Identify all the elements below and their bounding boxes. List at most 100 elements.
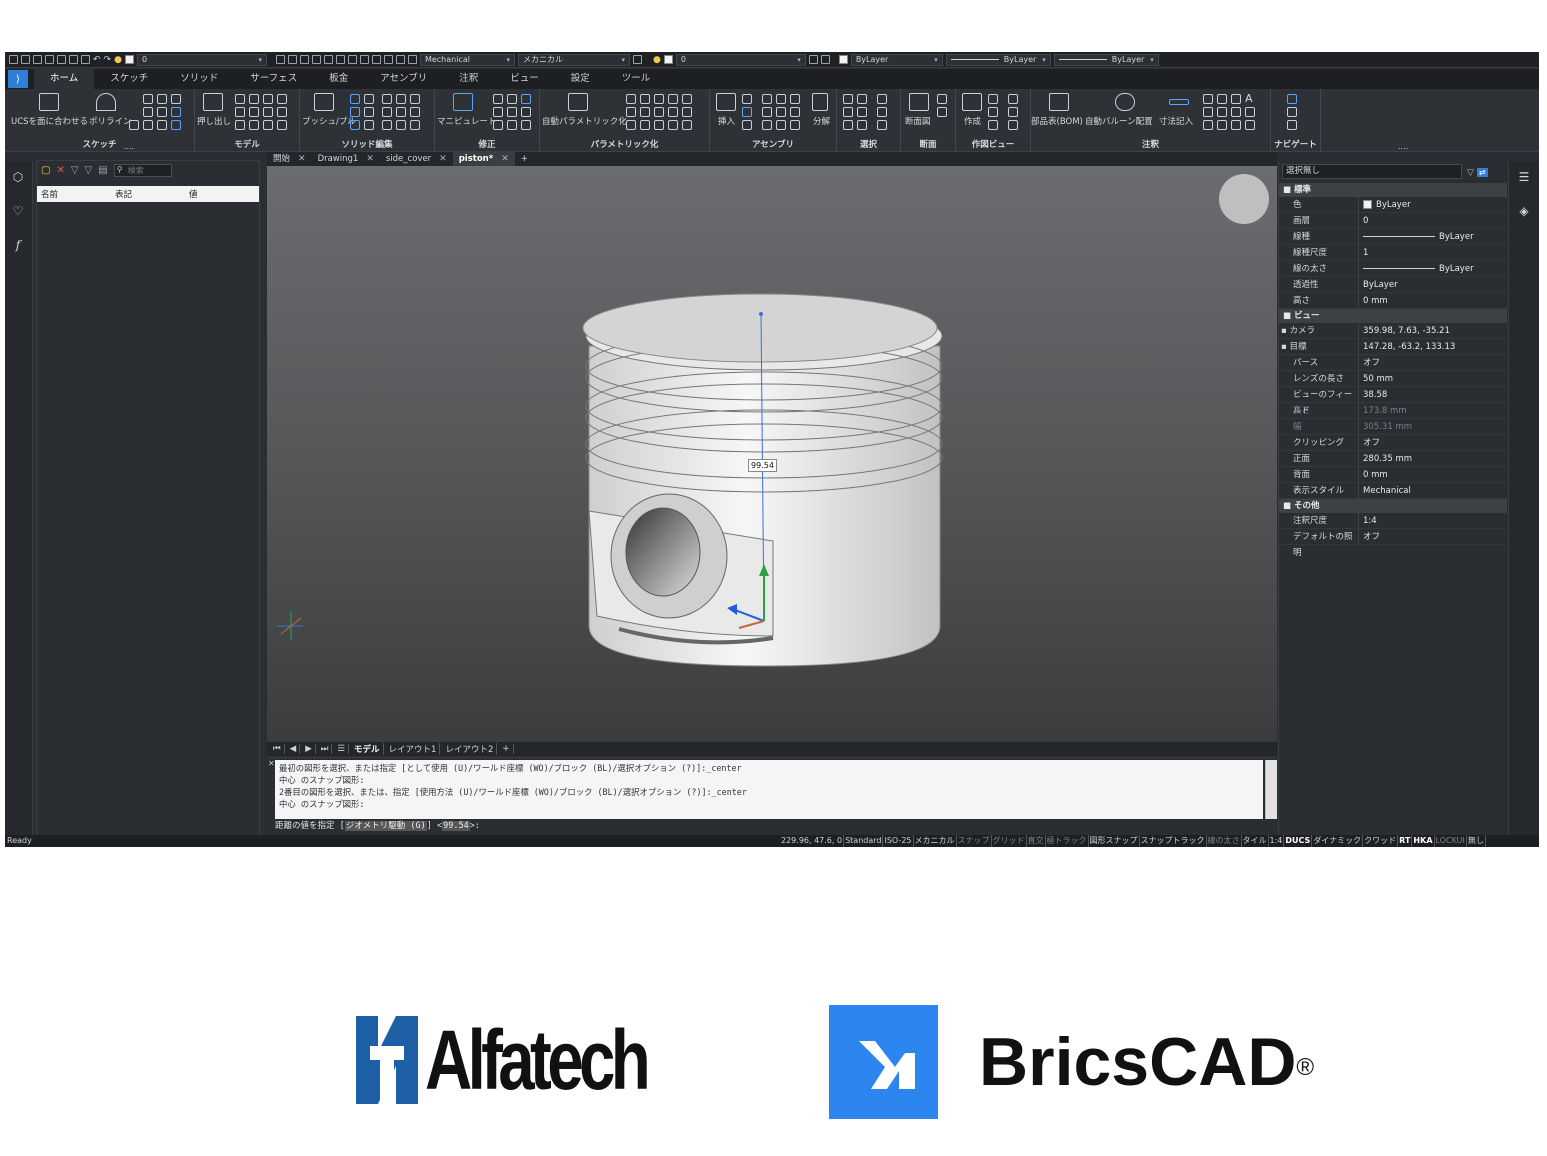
- close-icon[interactable]: ✕: [439, 152, 447, 166]
- explode-icon[interactable]: [812, 93, 828, 111]
- selection-select[interactable]: 選択無し: [1282, 164, 1462, 179]
- push-pull-icon[interactable]: [314, 93, 334, 111]
- command-input[interactable]: 距離の値を指定 [ジオメトリ駆動 (G)] <99.54>:: [267, 819, 1277, 833]
- status-toggle[interactable]: スナップ: [957, 835, 992, 847]
- hatch-icon[interactable]: [143, 120, 153, 130]
- redo-icon[interactable]: ↷: [104, 55, 112, 65]
- constraint-icon-14[interactable]: [668, 120, 678, 130]
- prop-row[interactable]: ▪ カメラ 359.98, 7.63, -35.21: [1279, 323, 1507, 339]
- assembly-icon-4[interactable]: [790, 94, 800, 104]
- command-scrollbar[interactable]: [1265, 760, 1277, 820]
- assembly-icon-3[interactable]: [776, 94, 786, 104]
- constraint-icon-9[interactable]: [668, 107, 678, 117]
- quick-select-icon[interactable]: ⇄: [1476, 168, 1488, 177]
- anno-icon-3[interactable]: [1231, 94, 1241, 104]
- extend-icon[interactable]: [521, 120, 531, 130]
- col-value[interactable]: 値: [185, 188, 259, 200]
- tool-icon-a[interactable]: [275, 55, 285, 64]
- anno-icon-4[interactable]: [1203, 107, 1213, 117]
- tab-annotate[interactable]: 注釈: [443, 69, 494, 89]
- sweep-icon[interactable]: [263, 107, 273, 117]
- add-layout-button[interactable]: +: [499, 744, 514, 754]
- ribbon-more-right[interactable]: ....: [1398, 142, 1408, 151]
- assembly-icon-9[interactable]: [742, 120, 752, 130]
- fillet-icon[interactable]: [382, 94, 392, 104]
- tab-sheet-metal[interactable]: 板金: [313, 69, 364, 89]
- prop-row[interactable]: 注釈尺度 1:4: [1279, 513, 1507, 529]
- assembly-icon-6[interactable]: [762, 107, 772, 117]
- rotate-icon[interactable]: [493, 107, 503, 117]
- scale-icon[interactable]: [521, 107, 531, 117]
- ucs-align-face-button[interactable]: UCSを面に合わせる: [11, 115, 88, 127]
- assembly-icon-7[interactable]: [776, 107, 786, 117]
- save-icon[interactable]: [33, 55, 42, 64]
- col-name[interactable]: 名前: [37, 188, 111, 200]
- search-input[interactable]: ⚲ 検索: [113, 163, 172, 177]
- view-style-select[interactable]: Mechanical ▾: [419, 53, 515, 66]
- intersect-icon[interactable]: [350, 107, 360, 117]
- layout-list-icon[interactable]: ☰: [334, 744, 350, 754]
- explode-button[interactable]: 分解: [813, 115, 830, 127]
- status-toggle[interactable]: スナップトラック: [1140, 835, 1207, 847]
- select-icon-7[interactable]: [843, 120, 853, 130]
- prop-row[interactable]: 透過性 ByLayer: [1279, 277, 1507, 293]
- view-icon-3[interactable]: [988, 107, 998, 117]
- auto-balloon-button[interactable]: 自動バルーン配置: [1085, 115, 1153, 127]
- cylinder-icon[interactable]: [249, 94, 259, 104]
- polyline-icon[interactable]: [96, 93, 116, 111]
- delete-face-icon[interactable]: [410, 107, 420, 117]
- dimension-icon[interactable]: [1169, 99, 1189, 105]
- new-tab-button[interactable]: +: [515, 152, 534, 166]
- anno-icon-8[interactable]: [1203, 120, 1213, 130]
- select-icon-4[interactable]: [843, 107, 853, 117]
- prop-row[interactable]: デフォルトの照明 オフ: [1279, 529, 1507, 558]
- dynamic-dimension-input[interactable]: 99.54: [748, 459, 777, 472]
- loft-icon[interactable]: [249, 107, 259, 117]
- polygon-icon[interactable]: [157, 94, 167, 104]
- open-file-icon[interactable]: [21, 55, 30, 64]
- extrude-button[interactable]: 押し出し: [197, 115, 231, 127]
- anno-icon-10[interactable]: [1231, 120, 1241, 130]
- ellipse-icon[interactable]: [171, 107, 181, 117]
- prev-layout-icon[interactable]: ◀: [287, 744, 301, 754]
- select-icon-8[interactable]: [857, 120, 867, 130]
- prop-row[interactable]: 色 ByLayer: [1279, 197, 1507, 213]
- filter-icon[interactable]: ▽: [71, 165, 79, 176]
- anno-icon-9[interactable]: [1217, 120, 1227, 130]
- status-toggle[interactable]: 極トラック: [1046, 835, 1089, 847]
- constraint-icon-5[interactable]: [682, 94, 692, 104]
- constraint-icon-1[interactable]: [626, 94, 636, 104]
- interfere-icon[interactable]: [364, 107, 374, 117]
- prop-row[interactable]: 画層 0: [1279, 213, 1507, 229]
- move-icon[interactable]: [493, 94, 503, 104]
- tool-icon-k[interactable]: [395, 55, 405, 64]
- torus-icon[interactable]: [277, 107, 287, 117]
- prop-group-general[interactable]: ■ 標準: [1279, 183, 1507, 197]
- tab-tools[interactable]: ツール: [606, 69, 667, 89]
- view-icon-6[interactable]: [1008, 120, 1018, 130]
- constraint-icon-7[interactable]: [640, 107, 650, 117]
- layout-tab-1[interactable]: レイアウト1: [386, 743, 441, 755]
- pan-icon[interactable]: [1287, 94, 1297, 104]
- constraint-icon-6[interactable]: [626, 107, 636, 117]
- imprint-icon[interactable]: [364, 120, 374, 130]
- select-icon-6[interactable]: [877, 107, 887, 117]
- new-file-icon[interactable]: [9, 55, 18, 64]
- view-icon-5[interactable]: [988, 120, 998, 130]
- view-icon-4[interactable]: [1008, 107, 1018, 117]
- offset-face-icon[interactable]: [382, 107, 392, 117]
- doc-tab-drawing1[interactable]: Drawing1 ✕: [312, 152, 380, 166]
- copy-icon[interactable]: [507, 94, 517, 104]
- check-icon[interactable]: [410, 120, 420, 130]
- arc-icon[interactable]: [171, 94, 181, 104]
- status-toggle[interactable]: 図形スナップ: [1089, 835, 1140, 847]
- doc-tab-side-cover[interactable]: side_cover ✕: [380, 152, 453, 166]
- status-toggle[interactable]: ダイナミック: [1312, 835, 1364, 847]
- undo-icon[interactable]: ↶: [93, 55, 101, 65]
- tool-icon-j[interactable]: [383, 55, 393, 64]
- prop-group-misc[interactable]: ■ その他: [1279, 499, 1507, 513]
- assembly-icon-5[interactable]: [742, 107, 752, 117]
- polyline-button[interactable]: ポリライン: [89, 115, 132, 127]
- print-icon[interactable]: [57, 55, 66, 64]
- assembly-icon-11[interactable]: [776, 120, 786, 130]
